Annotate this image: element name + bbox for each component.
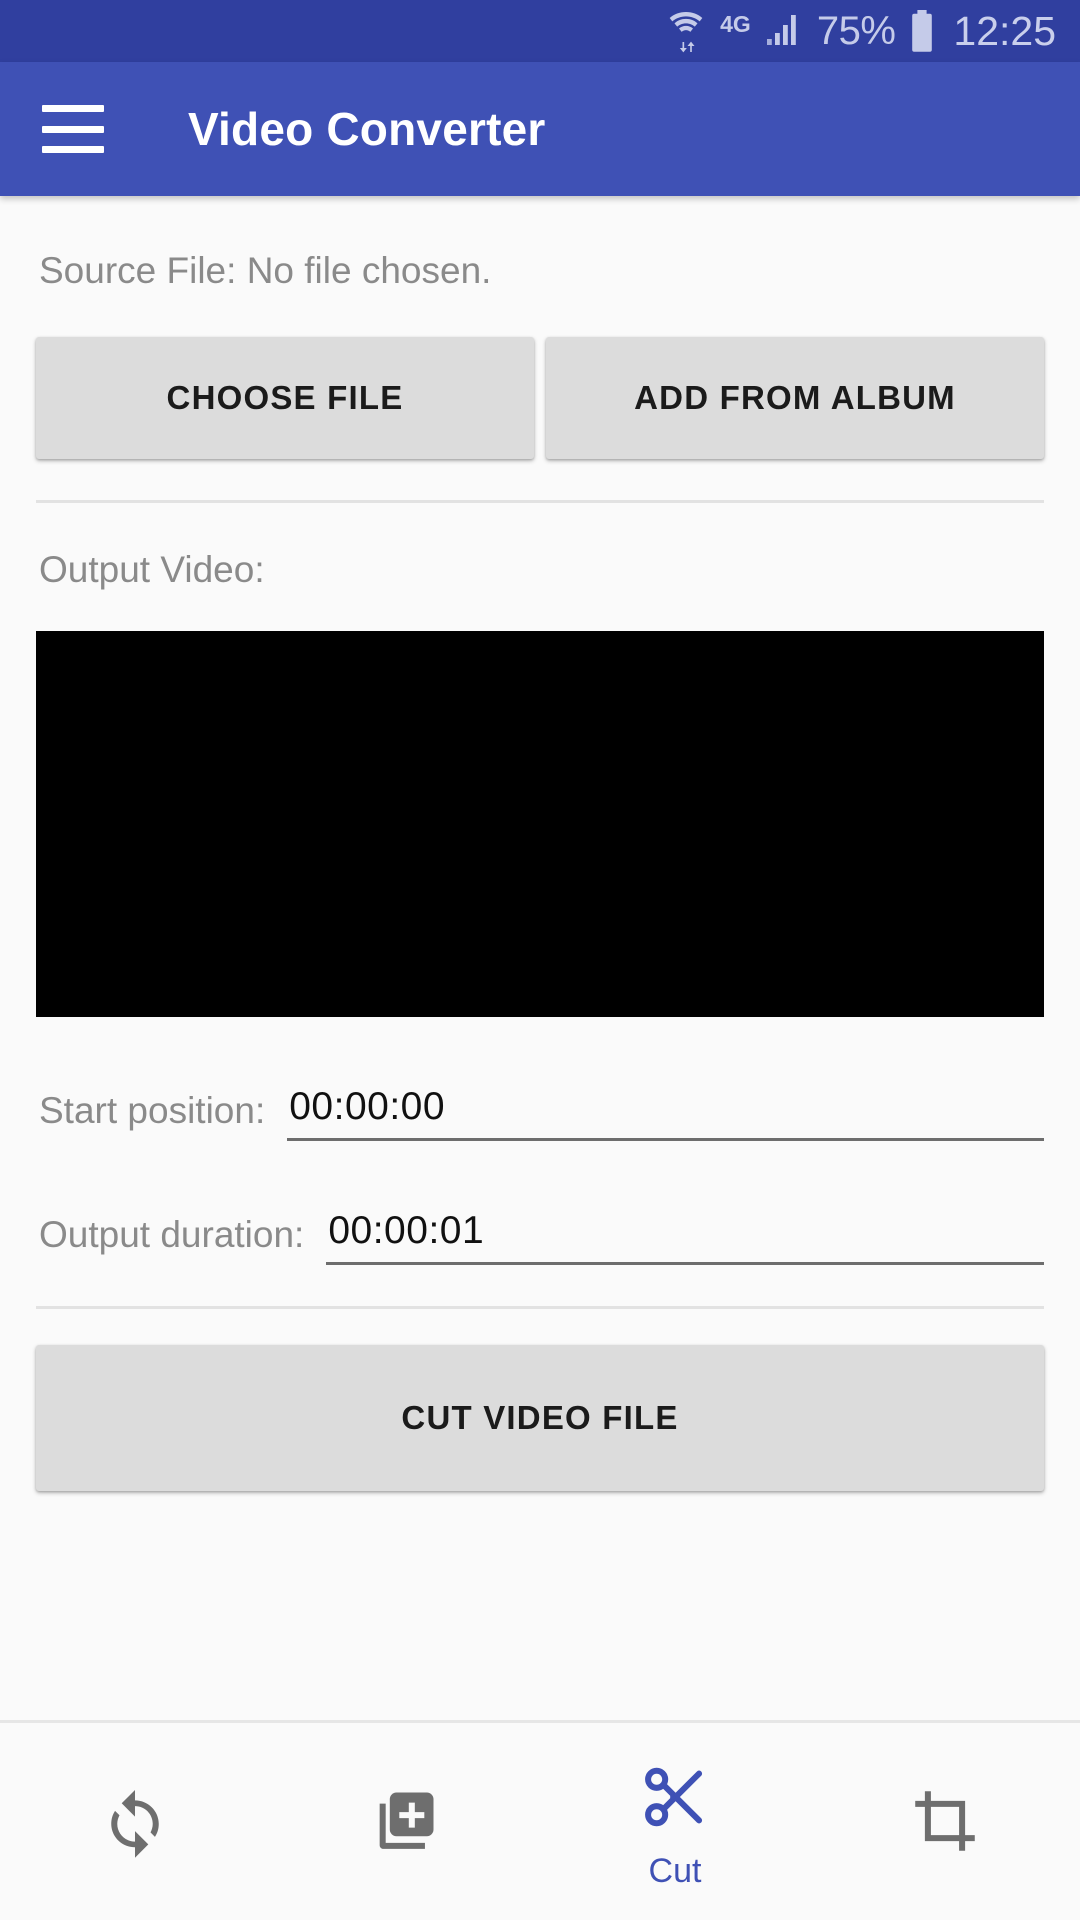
app-screen: 4G 75% 12:25 Video Converter Source File… (0, 0, 1080, 1920)
cut-video-file-button[interactable]: CUT VIDEO FILE (36, 1345, 1044, 1491)
hamburger-bar (42, 125, 104, 133)
output-duration-label: Output duration: (39, 1214, 305, 1255)
source-file-label: Source File: No file chosen. (39, 250, 492, 291)
battery-percent-label: 75% (816, 9, 896, 53)
status-bar: 4G 75% 12:25 (0, 0, 1080, 62)
nav-item-crop[interactable] (810, 1723, 1080, 1920)
nav-item-convert[interactable] (0, 1723, 270, 1920)
convert-refresh-icon (97, 1783, 173, 1864)
nav-item-cut-label: Cut (648, 1852, 702, 1890)
app-bar: Video Converter (0, 62, 1080, 196)
cut-button-wrap: CUT VIDEO FILE (36, 1345, 1044, 1491)
bottom-navigation-bar: Cut (0, 1720, 1080, 1920)
start-position-input-wrap (287, 1085, 1044, 1141)
main-content: Source File: No file chosen. CHOOSE FILE… (0, 196, 1080, 1720)
cellular-signal-icon (765, 13, 803, 49)
hamburger-bar (42, 146, 104, 153)
output-duration-input-wrap (326, 1209, 1044, 1265)
wifi-icon (666, 9, 706, 53)
file-source-button-row: CHOOSE FILE ADD FROM ALBUM (36, 337, 1044, 459)
output-duration-row: Output duration: (36, 1187, 1044, 1265)
choose-file-button[interactable]: CHOOSE FILE (36, 337, 534, 459)
hamburger-bar (42, 105, 104, 112)
battery-icon (909, 9, 935, 53)
scissors-cut-icon (637, 1759, 713, 1840)
clock-label: 12:25 (953, 7, 1056, 54)
output-video-preview[interactable] (36, 631, 1044, 1017)
output-duration-input[interactable] (326, 1209, 1044, 1253)
nav-item-cut[interactable]: Cut (540, 1723, 810, 1920)
add-from-album-button[interactable]: ADD FROM ALBUM (546, 337, 1044, 459)
page-title: Video Converter (188, 103, 546, 155)
divider-bottom (36, 1306, 1044, 1309)
hamburger-menu-icon[interactable] (42, 105, 104, 153)
crop-icon (907, 1783, 983, 1864)
start-position-label: Start position: (39, 1090, 266, 1131)
start-position-row: Start position: (36, 1063, 1044, 1141)
start-position-input[interactable] (287, 1085, 1044, 1129)
library-add-icon (367, 1783, 443, 1864)
network-type-label: 4G (720, 10, 751, 37)
divider-top (36, 500, 1044, 503)
output-video-label: Output Video: (39, 549, 265, 590)
nav-item-add-to-queue[interactable] (270, 1723, 540, 1920)
